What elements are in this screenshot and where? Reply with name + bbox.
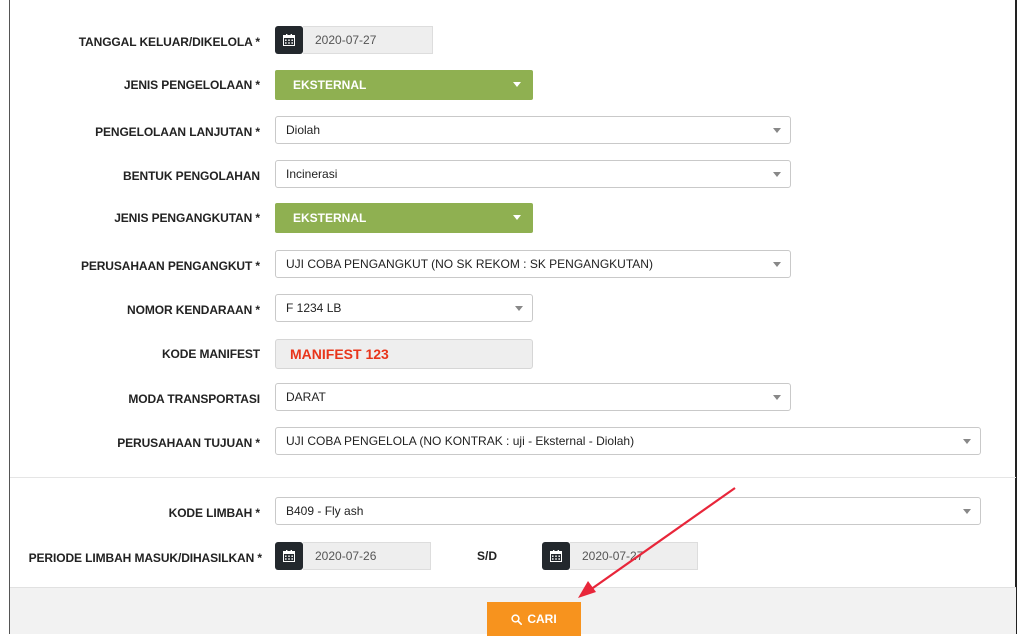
row-jenis-pengelolaan: JENIS PENGELOLAAN * EKSTERNAL [10, 70, 1010, 102]
row-kode-limbah: KODE LIMBAH * B409 - Fly ash [10, 497, 1010, 529]
cari-button[interactable]: CARI [487, 602, 581, 636]
row-pengelolaan-lanjutan: PENGELOLAAN LANJUTAN * Diolah [10, 116, 1010, 148]
pengelolaan-lanjutan-label: PENGELOLAAN LANJUTAN * [95, 125, 260, 139]
perusahaan-pengangkut-label: PERUSAHAAN PENGANGKUT * [80, 259, 260, 273]
perusahaan-pengangkut-select[interactable]: UJI COBA PENGANGKUT (NO SK REKOM : SK PE… [275, 250, 791, 278]
chevron-down-icon [773, 395, 781, 400]
chevron-down-icon [773, 172, 781, 177]
perusahaan-tujuan-label: PERUSAHAAN TUJUAN * [117, 436, 260, 450]
chevron-down-icon [773, 128, 781, 133]
tanggal-keluar-value[interactable]: 2020-07-27 [303, 26, 433, 54]
jenis-pengangkutan-label: JENIS PENGANGKUTAN * [114, 211, 260, 225]
form-panel: TANGGAL KELUAR/DIKELOLA * 2020-07-27 JEN… [9, 0, 1017, 636]
kode-manifest-field: MANIFEST 123 [275, 339, 533, 369]
kode-limbah-select[interactable]: B409 - Fly ash [275, 497, 981, 525]
section-divider [10, 477, 1016, 478]
kode-limbah-value: B409 - Fly ash [286, 504, 364, 518]
periode-from-datepicker[interactable]: 2020-07-26 [275, 542, 431, 570]
row-perusahaan-pengangkut: PERUSAHAAN PENGANGKUT * UJI COBA PENGANG… [10, 250, 1010, 282]
jenis-pengangkutan-dropdown[interactable]: EKSTERNAL [275, 203, 533, 233]
nomor-kendaraan-value: F 1234 LB [286, 301, 342, 315]
row-bentuk-pengolahan: BENTUK PENGOLAHAN Incinerasi [10, 160, 1010, 192]
kode-manifest-label: KODE MANIFEST [161, 347, 260, 361]
jenis-pengelolaan-dropdown[interactable]: EKSTERNAL [275, 70, 533, 100]
periode-to-value[interactable]: 2020-07-27 [570, 542, 698, 570]
form-footer: CARI [10, 587, 1016, 636]
bentuk-pengolahan-value: Incinerasi [286, 167, 338, 181]
cari-label: CARI [527, 612, 557, 626]
pengelolaan-lanjutan-value: Diolah [286, 123, 321, 137]
tanggal-keluar-label: TANGGAL KELUAR/DIKELOLA * [78, 35, 260, 49]
row-jenis-pengangkutan: JENIS PENGANGKUTAN * EKSTERNAL [10, 203, 1010, 235]
moda-transportasi-label: MODA TRANSPORTASI [128, 392, 260, 406]
periode-from-value[interactable]: 2020-07-26 [303, 542, 431, 570]
moda-transportasi-select[interactable]: DARAT [275, 383, 791, 411]
moda-transportasi-value: DARAT [286, 390, 326, 404]
jenis-pengelolaan-value: EKSTERNAL [293, 78, 367, 92]
tanggal-keluar-datepicker[interactable]: 2020-07-27 [275, 26, 433, 54]
bentuk-pengolahan-label: BENTUK PENGOLAHAN [123, 169, 260, 183]
search-icon [511, 613, 523, 625]
chevron-down-icon [515, 306, 523, 311]
nomor-kendaraan-select[interactable]: F 1234 LB [275, 294, 533, 322]
jenis-pengelolaan-label: JENIS PENGELOLAAN * [123, 78, 260, 92]
calendar-icon[interactable] [275, 542, 303, 570]
chevron-down-icon [963, 509, 971, 514]
pengelolaan-lanjutan-select[interactable]: Diolah [275, 116, 791, 144]
chevron-down-icon [773, 262, 781, 267]
bentuk-pengolahan-select[interactable]: Incinerasi [275, 160, 791, 188]
periode-separator: S/D [477, 549, 498, 563]
row-nomor-kendaraan: NOMOR KENDARAAN * F 1234 LB [10, 294, 1010, 326]
row-kode-manifest: KODE MANIFEST MANIFEST 123 [10, 339, 1010, 371]
row-moda-transportasi: MODA TRANSPORTASI DARAT [10, 383, 1010, 415]
nomor-kendaraan-label: NOMOR KENDARAAN * [127, 303, 260, 317]
chevron-down-icon [513, 82, 521, 87]
periode-label: PERIODE LIMBAH MASUK/DIHASILKAN * [28, 551, 262, 565]
row-perusahaan-tujuan: PERUSAHAAN TUJUAN * UJI COBA PENGELOLA (… [10, 427, 1010, 459]
jenis-pengangkutan-value: EKSTERNAL [293, 211, 367, 225]
chevron-down-icon [513, 215, 521, 220]
calendar-icon[interactable] [542, 542, 570, 570]
calendar-icon[interactable] [275, 26, 303, 54]
perusahaan-tujuan-select[interactable]: UJI COBA PENGELOLA (NO KONTRAK : uji - E… [275, 427, 981, 455]
row-periode: PERIODE LIMBAH MASUK/DIHASILKAN * 2020-0… [10, 542, 1010, 574]
row-tanggal-keluar: TANGGAL KELUAR/DIKELOLA * 2020-07-27 [10, 26, 1010, 58]
perusahaan-pengangkut-value: UJI COBA PENGANGKUT (NO SK REKOM : SK PE… [286, 257, 653, 271]
periode-to-datepicker[interactable]: 2020-07-27 [542, 542, 698, 570]
kode-limbah-label: KODE LIMBAH * [168, 506, 260, 520]
perusahaan-tujuan-value: UJI COBA PENGELOLA (NO KONTRAK : uji - E… [286, 434, 635, 448]
chevron-down-icon [963, 439, 971, 444]
